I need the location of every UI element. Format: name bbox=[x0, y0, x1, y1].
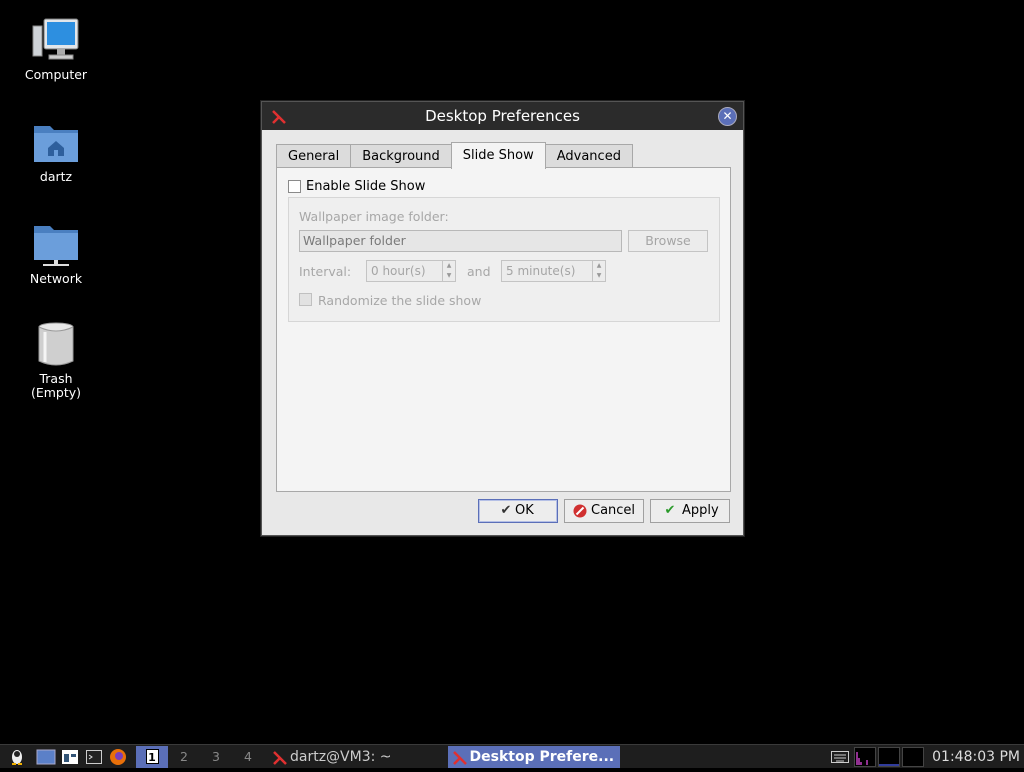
app-icon bbox=[452, 750, 467, 765]
folder-label: Wallpaper image folder: bbox=[299, 209, 449, 224]
tab-general[interactable]: General bbox=[276, 144, 352, 168]
desktop-icon-label: Trash (Empty) bbox=[30, 371, 82, 400]
dialog-titlebar[interactable]: Desktop Preferences ✕ bbox=[262, 102, 743, 130]
tab-advanced[interactable]: Advanced bbox=[544, 144, 633, 168]
desktop-icon-computer[interactable]: Computer bbox=[11, 18, 101, 82]
minutes-value: 5 minute(s) bbox=[506, 264, 576, 278]
task-terminal[interactable]: dartz@VM3: ~ bbox=[268, 746, 398, 768]
close-button[interactable]: ✕ bbox=[718, 107, 737, 126]
and-label: and bbox=[467, 264, 491, 279]
computer-icon bbox=[31, 18, 81, 64]
randomize-label[interactable]: Randomize the slide show bbox=[318, 293, 481, 308]
cancel-button[interactable]: Cancel bbox=[564, 499, 644, 523]
desktop-icon-label: dartz bbox=[39, 169, 73, 184]
workspace-3[interactable]: 3 bbox=[200, 746, 232, 768]
task-label: Desktop Prefere... bbox=[469, 748, 615, 765]
show-desktop-icon[interactable] bbox=[34, 745, 58, 769]
workspace-2[interactable]: 2 bbox=[168, 746, 200, 768]
taskbar: 1 2 3 4 dartz@VM3: ~ Desktop Prefere... … bbox=[0, 744, 1024, 768]
keyboard-icon[interactable] bbox=[828, 745, 852, 769]
check-icon: ✔ bbox=[664, 503, 676, 518]
enable-slideshow-checkbox[interactable] bbox=[288, 180, 301, 193]
cpu-monitor-icon[interactable] bbox=[854, 746, 877, 767]
task-label: dartz@VM3: ~ bbox=[290, 748, 392, 765]
cancel-icon bbox=[573, 504, 587, 518]
tab-slide-show[interactable]: Slide Show bbox=[450, 142, 546, 169]
enable-slideshow-label[interactable]: Enable Slide Show bbox=[306, 179, 425, 194]
ok-label: OK bbox=[515, 503, 534, 518]
desktop-icon-label: Network bbox=[29, 271, 83, 286]
network-folder-icon bbox=[31, 222, 81, 268]
workspace-1[interactable]: 1 bbox=[136, 745, 168, 768]
slide-show-panel: Enable Slide Show Wallpaper image folder… bbox=[276, 167, 731, 492]
interval-label: Interval: bbox=[299, 264, 352, 279]
network-monitor-icon[interactable] bbox=[902, 746, 925, 767]
slideshow-settings-group: Wallpaper image folder: Wallpaper folder… bbox=[288, 197, 720, 322]
memory-monitor-icon[interactable] bbox=[878, 746, 901, 767]
close-icon: ✕ bbox=[722, 109, 733, 123]
dialog-title: Desktop Preferences bbox=[425, 107, 580, 125]
desktop-icon-network[interactable]: Network bbox=[11, 222, 101, 286]
apply-button[interactable]: ✔ Apply bbox=[650, 499, 730, 523]
desktop-icon-trash[interactable]: Trash (Empty) bbox=[11, 322, 101, 400]
desktop-icon-home[interactable]: dartz bbox=[11, 120, 101, 184]
tab-bar: General Background Slide Show Advanced bbox=[276, 142, 633, 169]
check-icon: ✔ bbox=[500, 503, 512, 518]
workspace-4[interactable]: 4 bbox=[232, 746, 264, 768]
hours-spinbox[interactable]: 0 hour(s) ▲ ▼ bbox=[366, 260, 456, 282]
minutes-spinbox[interactable]: 5 minute(s) ▲ ▼ bbox=[501, 260, 606, 282]
randomize-checkbox[interactable] bbox=[299, 293, 312, 306]
file-manager-icon[interactable] bbox=[58, 745, 82, 769]
apply-label: Apply bbox=[682, 503, 719, 518]
hours-value: 0 hour(s) bbox=[371, 264, 426, 278]
desktop-preferences-dialog: Desktop Preferences ✕ General Background… bbox=[261, 101, 744, 536]
ok-button[interactable]: ✔ OK bbox=[478, 499, 558, 523]
clock[interactable]: 01:48:03 PM bbox=[924, 749, 1024, 765]
home-folder-icon bbox=[31, 120, 81, 166]
app-icon bbox=[273, 750, 287, 765]
browse-button[interactable]: Browse bbox=[628, 230, 708, 252]
spin-arrows-icon[interactable]: ▲ ▼ bbox=[592, 261, 605, 281]
firefox-icon[interactable] bbox=[106, 745, 130, 769]
terminal-icon[interactable] bbox=[82, 745, 106, 769]
desktop-icon-label: Computer bbox=[24, 67, 88, 82]
start-menu-icon[interactable] bbox=[0, 745, 34, 769]
wallpaper-folder-field[interactable]: Wallpaper folder bbox=[299, 230, 622, 252]
tab-background[interactable]: Background bbox=[350, 144, 452, 168]
cancel-label: Cancel bbox=[591, 503, 636, 518]
trash-icon bbox=[31, 322, 81, 368]
spin-arrows-icon[interactable]: ▲ ▼ bbox=[442, 261, 455, 281]
task-desktop-preferences[interactable]: Desktop Prefere... bbox=[447, 745, 621, 768]
system-tray: 01:48:03 PM bbox=[828, 745, 1024, 769]
